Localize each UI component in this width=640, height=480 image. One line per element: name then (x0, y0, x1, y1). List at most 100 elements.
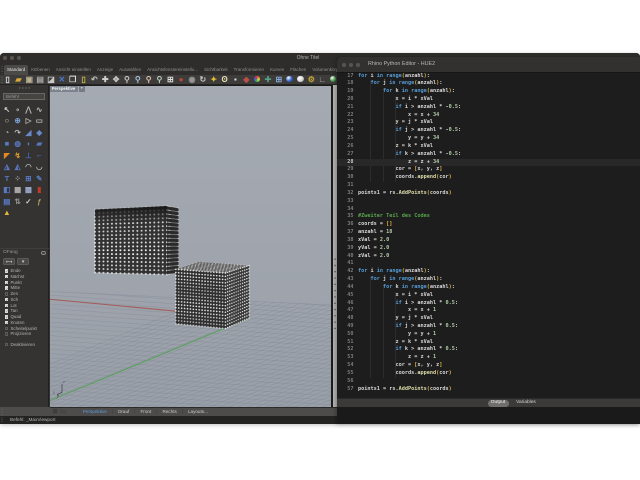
code-line[interactable]: 39 yVal = 2.0 (337, 245, 640, 253)
code-line[interactable]: 56 (337, 378, 640, 386)
output-tab-button[interactable]: Output (487, 399, 509, 407)
tool-curve-icon[interactable]: ∿ (34, 104, 45, 116)
toolbar-tab[interactable]: Ansicht einstellen (53, 65, 94, 75)
code-line[interactable]: 29 cor = [x, y, z] (337, 166, 640, 174)
code-line[interactable]: 47 x = x + 1 (337, 307, 640, 315)
paste-icon[interactable]: ▯ (78, 75, 88, 85)
checkbox[interactable]: ✓ (4, 326, 8, 331)
code-line[interactable]: 24 if j > anzahl * -0.5: (337, 127, 640, 135)
code-line[interactable]: 51 z = k * xVal (337, 339, 640, 347)
zoom-extents-icon[interactable]: ⚲ (154, 75, 164, 85)
export-icon[interactable]: ◪ (46, 75, 56, 85)
settings-gear-icon[interactable]: ⚙ (306, 75, 316, 85)
tool-fillet-icon[interactable]: ↷ (12, 127, 23, 139)
panel-resize-dots[interactable] (333, 255, 337, 332)
code-line[interactable]: 25 y = y + 34 (337, 135, 640, 143)
code-line[interactable]: 40 zVal = 2.0 (337, 253, 640, 261)
code-line[interactable]: 49 if j > anzahl * 0.5: (337, 323, 640, 331)
code-line[interactable]: 53 z = z + 1 (337, 354, 640, 362)
tool-swap-icon[interactable]: ⇅ (12, 196, 23, 208)
zoom-window-icon[interactable]: ⚲ (133, 75, 143, 85)
code-editor[interactable]: 17 for i in range(anzahl): 18 for j in ran… (337, 73, 640, 398)
code-line[interactable]: 18 for j in range(anzahl): (337, 80, 640, 88)
toolbar-tab[interactable]: Auswählen (116, 65, 144, 75)
print-icon[interactable]: ▤ (35, 75, 45, 85)
toolbar-drag-handle[interactable] (1, 75, 4, 84)
editor-zoom-button[interactable] (356, 62, 360, 67)
checkbox[interactable]: ✓ (4, 320, 8, 325)
command-input[interactable]: Befehl (3, 93, 45, 100)
open-folder-icon[interactable]: ▰ (13, 75, 23, 85)
tool-extend-icon[interactable]: ⊥ (23, 150, 34, 162)
code-line[interactable]: 36 coords = [] (337, 221, 640, 229)
tool-boolean-icon[interactable]: ◮ (2, 161, 13, 173)
toolbar-tab[interactable]: Standard (4, 64, 29, 75)
code-line[interactable]: 19 for k in range(anzahl): (337, 88, 640, 96)
shade-icon[interactable]: ● (176, 75, 186, 85)
code-line[interactable]: 35 #Zweiter Teil des Codes (337, 213, 640, 221)
four-viewports-icon[interactable]: ⊞ (165, 75, 175, 85)
toolbar-tab[interactable]: Kurven (267, 65, 287, 75)
tool-sphere-icon[interactable]: ◍ (12, 138, 23, 150)
tool-rebuild-icon[interactable]: ◆ (34, 127, 45, 139)
shaded-sphere-icon[interactable] (297, 76, 304, 83)
tool-stack-icon[interactable]: ▮ (34, 184, 45, 196)
tool-points-icon[interactable]: ⁘ (12, 173, 23, 185)
rotate-view-icon[interactable]: ↻ (198, 75, 208, 85)
code-line[interactable]: 45 x = i * xVal (337, 292, 640, 300)
tool-blend-icon[interactable]: ◠ (23, 161, 34, 173)
checkbox[interactable]: ✓ (4, 269, 8, 273)
render-sphere-icon[interactable] (286, 76, 293, 83)
cut-icon[interactable]: ✕ (57, 75, 67, 85)
viewport-tab-front[interactable]: Front (136, 409, 157, 414)
tool-arc-icon[interactable]: ▷ (23, 115, 34, 127)
tool-block-icon[interactable]: ◧ (2, 184, 13, 196)
viewport-tab-perspektive[interactable]: Perspektive (78, 409, 112, 414)
code-line[interactable]: 46 if i > anzahl * 0.5: (337, 300, 640, 308)
tabbar-drag-handle[interactable] (1, 64, 4, 74)
minimize-button[interactable] (10, 56, 15, 60)
new-document-icon[interactable]: ▯ (3, 75, 13, 85)
viewport-tab-layouts[interactable]: Layouts... (183, 409, 213, 414)
viewport-layout-icon[interactable]: ⊞ (274, 75, 284, 85)
zoom-selected-icon[interactable]: ⚲ (144, 75, 154, 85)
tool-notebook-icon[interactable]: ▤ (2, 196, 13, 208)
dimension-icon[interactable]: ∟ (317, 75, 327, 85)
lightbulb-icon[interactable]: ʘ (220, 75, 230, 85)
code-line[interactable]: 33 (337, 198, 640, 206)
tool-rectangle-icon[interactable]: ▭ (34, 115, 45, 127)
checkbox[interactable]: ✓ (4, 309, 8, 313)
lights-icon[interactable]: ✦ (209, 75, 219, 85)
tool-explode-icon[interactable]: ◤ (2, 150, 13, 162)
tool-circle-icon[interactable]: ○ (2, 115, 13, 127)
code-line[interactable]: 21 if i > anzahl * -0.5: (337, 104, 640, 112)
toolbar-tab[interactable]: Sichtbarkeit (201, 65, 231, 75)
code-line[interactable]: 48 y = j * xVal (337, 315, 640, 323)
layer-flag-icon[interactable]: ◆ (241, 75, 251, 85)
osnap-option[interactable]: ✓Deaktivieren (0, 342, 49, 348)
checkbox[interactable]: ✓ (4, 292, 8, 296)
tool-corner-icon[interactable]: ◢ (23, 127, 34, 139)
osnap-filter-button[interactable]: ⟷ (3, 258, 15, 265)
osnap-funnel-button[interactable]: ▼ (17, 258, 29, 265)
copy-icon[interactable]: ❐ (68, 75, 78, 85)
code-line[interactable]: 38 xVal = 2.0 (337, 237, 640, 245)
tool-patch-icon[interactable]: ▰ (34, 138, 45, 150)
output-console[interactable] (337, 407, 640, 424)
code-line[interactable]: 37 anzahl = 18 (337, 229, 640, 237)
checkbox[interactable]: ✓ (4, 280, 8, 285)
checkbox[interactable]: ✓ (4, 315, 8, 319)
code-line[interactable]: 26 z = k * xVal (337, 143, 640, 151)
close-button[interactable] (3, 56, 8, 60)
point-cube-2-right-face[interactable] (225, 265, 249, 328)
tool-array-icon[interactable]: ⊞ (23, 173, 34, 185)
code-line[interactable]: 52 if k > anzahl * 0.5: (337, 346, 640, 354)
toolbar-tab[interactable]: Transformieren (231, 65, 267, 75)
tool-pointer-icon[interactable]: ↖ (2, 104, 13, 116)
save-icon[interactable]: ▣ (24, 75, 34, 85)
code-line[interactable]: 57 points1 = rs.AddPoints(coords) (337, 386, 640, 394)
tool-polyline-icon[interactable]: ⋀ (23, 104, 34, 116)
code-line[interactable]: 43 for j in range(anzahl): (337, 276, 640, 284)
sidebar-drag-handle[interactable] (18, 86, 31, 89)
gumball-icon[interactable]: ✛ (263, 75, 273, 85)
